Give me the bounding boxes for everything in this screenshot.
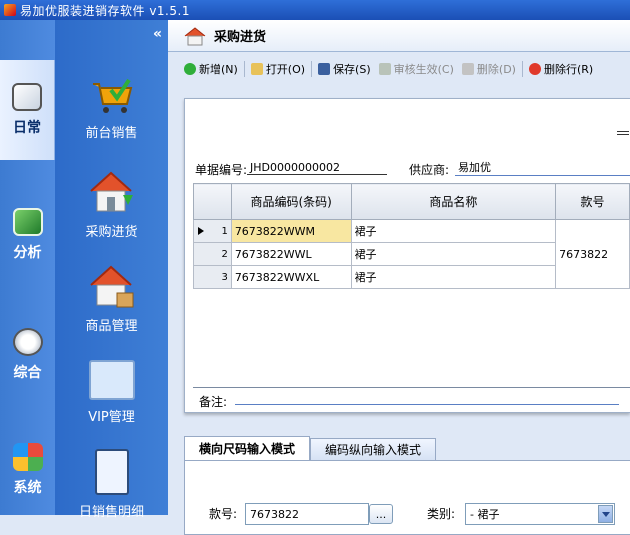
column-header-code[interactable]: 商品编码(条码) (230, 183, 352, 220)
remark-label: 备注: (199, 395, 228, 409)
supplier-label: 供应商: (409, 163, 450, 177)
cell-code[interactable]: 7673822WWL (230, 242, 352, 266)
cell-code[interactable]: 7673822WWXL (230, 265, 352, 289)
module-product-label: 商品管理 (85, 318, 138, 334)
delete-button-label: 删除(D) (476, 63, 516, 76)
module-purchase[interactable]: 采购进货 (55, 158, 168, 250)
module-product[interactable]: 商品管理 (55, 252, 168, 344)
save-button-label: 保存(S) (333, 63, 371, 76)
category-system-label: 系统 (13, 480, 42, 496)
module-front-sales-label: 前台销售 (85, 125, 138, 141)
category-label: 类别: (427, 507, 456, 521)
open-icon (250, 63, 263, 75)
category-analysis[interactable]: 分析 (0, 185, 55, 285)
collapse-sidebar-button[interactable]: « (153, 26, 162, 42)
toolbar-separator (521, 61, 523, 77)
item-grid: 商品编码(条码) 商品名称 款号 1 7673822WWM 裙子 7673822… (193, 183, 630, 289)
house-download-icon (89, 171, 133, 211)
row-number-text: 1 (221, 225, 228, 237)
supplier-field[interactable]: 易加优 (455, 159, 630, 176)
chevron-down-icon[interactable] (598, 505, 613, 523)
delete-row-button-label: 删除行(R) (543, 63, 594, 76)
approve-button-label: 审核生效(C) (393, 63, 454, 76)
doc-no-field[interactable]: JHD0000000002 (247, 161, 387, 175)
module-front-sales[interactable]: 前台销售 (55, 62, 168, 154)
vip-card-icon (88, 359, 135, 400)
clipboard-icon (94, 448, 129, 495)
cart-icon (92, 78, 132, 113)
menu-icon[interactable] (617, 131, 629, 135)
approve-button[interactable]: 审核生效(C) (375, 59, 458, 79)
module-daily-sales-label: 日销售明细 (78, 504, 144, 520)
cell-name[interactable]: 裙子 (350, 242, 557, 266)
new-button[interactable]: 新增(N) (180, 59, 242, 79)
module-sidebar: « 前台销售 采购进货 商品管理 VIP管理 日销售明细 (55, 20, 168, 520)
open-button[interactable]: 打开(O) (247, 59, 309, 79)
module-purchase-label: 采购进货 (85, 224, 138, 240)
check-icon (378, 63, 391, 75)
category-general[interactable]: 综合 (0, 305, 55, 405)
row-header-corner (193, 183, 232, 220)
cell-name[interactable]: 裙子 (350, 265, 557, 289)
module-vip[interactable]: VIP管理 (55, 346, 168, 438)
style-no-label: 款号: (209, 507, 238, 521)
windows-icon (12, 443, 43, 471)
category-select[interactable]: - 裙子 (465, 503, 615, 525)
page-title: 采购进货 (214, 30, 267, 45)
module-daily-sales[interactable]: 日销售明细 (55, 438, 168, 530)
delete-row-button[interactable]: 删除行(R) (525, 59, 597, 79)
new-button-label: 新增(N) (199, 63, 238, 76)
timer-icon (12, 328, 43, 356)
input-mode-panel: 款号: 7673822 ... 类别: - 裙子 (184, 460, 630, 535)
row-number[interactable]: 2 (193, 242, 232, 266)
app-icon (4, 4, 16, 16)
title-bar: 易加优服装进销存软件 v1.5.1 (0, 0, 630, 20)
category-sidebar: 日常 分析 综合 系统 (0, 20, 55, 515)
open-button-label: 打开(O) (265, 63, 306, 76)
row-number[interactable]: 1 (193, 219, 232, 243)
home-icon (184, 26, 206, 45)
remark-field[interactable] (235, 391, 619, 405)
save-icon (318, 63, 331, 75)
toolbar-separator (243, 61, 245, 77)
doc-no-label: 单据编号: (195, 163, 248, 177)
cell-style-no[interactable]: 7673822 (555, 219, 630, 289)
current-row-arrow-icon (198, 227, 204, 235)
save-button[interactable]: 保存(S) (314, 59, 375, 79)
tab-horizontal-size-mode[interactable]: 横向尺码输入模式 (184, 436, 311, 460)
clock-icon (12, 83, 42, 111)
add-icon (184, 63, 196, 75)
column-header-name[interactable]: 商品名称 (350, 183, 557, 220)
cell-name[interactable]: 裙子 (350, 219, 557, 243)
page-tab-header: 采购进货 (168, 20, 630, 52)
purchase-form-panel: 单据编号: JHD0000000002 供应商: 易加优 商品编码(条码) 商品… (184, 98, 630, 413)
house-box-icon (89, 265, 133, 307)
toolbar: 新增(N) 打开(O) 保存(S) 审核生效(C) 删除(D) 删除行(R) (168, 58, 630, 80)
category-system[interactable]: 系统 (0, 420, 55, 520)
input-mode-tabs: 横向尺码输入模式 编码纵向输入模式 (184, 436, 630, 460)
category-analysis-label: 分析 (13, 245, 42, 261)
window-title: 易加优服装进销存软件 v1.5.1 (20, 3, 190, 18)
grid-bottom-border (193, 387, 630, 388)
category-daily-label: 日常 (13, 120, 41, 136)
chart-icon (12, 208, 43, 236)
style-no-input[interactable]: 7673822 (245, 503, 369, 525)
tab-vertical-code-mode[interactable]: 编码纵向输入模式 (310, 438, 437, 460)
delete-icon (461, 63, 474, 75)
module-vip-label: VIP管理 (88, 409, 135, 425)
category-daily[interactable]: 日常 (0, 60, 55, 160)
main-panel: 采购进货 新增(N) 打开(O) 保存(S) 审核生效(C) 删除(D) 删除行… (168, 20, 630, 535)
column-header-style[interactable]: 款号 (555, 183, 630, 220)
cell-code[interactable]: 7673822WWM (230, 219, 352, 243)
row-number[interactable]: 3 (193, 265, 232, 289)
delete-button[interactable]: 删除(D) (458, 59, 520, 79)
toolbar-separator (311, 61, 313, 77)
delete-row-icon (528, 63, 541, 75)
table-row[interactable]: 1 7673822WWM 裙子 7673822 (193, 219, 630, 289)
category-general-label: 综合 (13, 365, 42, 381)
browse-button[interactable]: ... (369, 504, 393, 524)
